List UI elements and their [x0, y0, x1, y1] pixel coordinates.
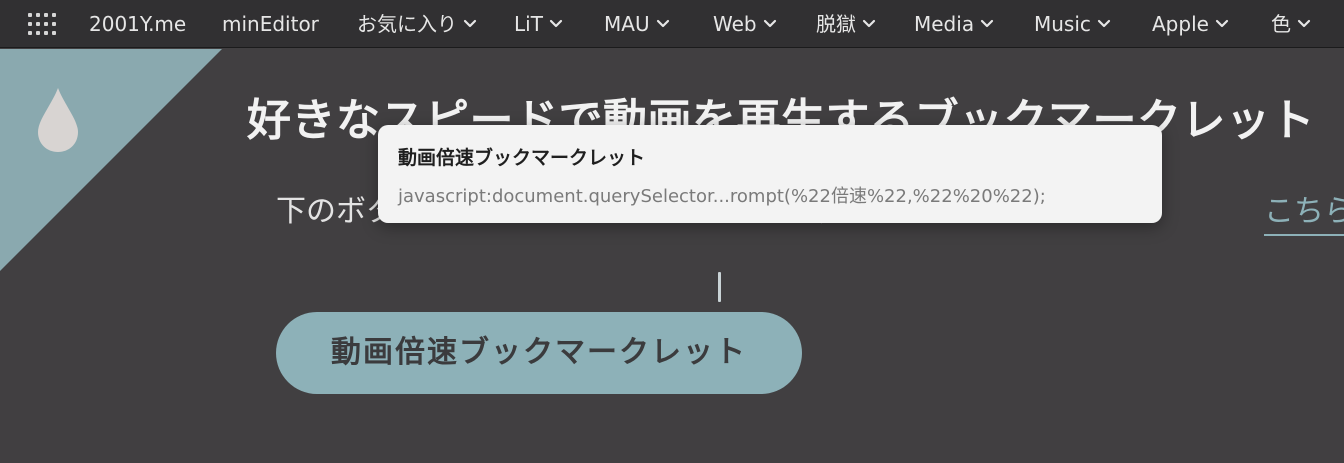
nav-item-mineditor[interactable]: minEditor — [222, 0, 319, 48]
nav-item-label: MAU — [604, 12, 650, 36]
nav-item-web[interactable]: Web — [713, 0, 777, 48]
nav-item-label: 色 — [1271, 12, 1291, 36]
corner-triangle — [0, 49, 222, 271]
nav-item-2001y[interactable]: 2001Y.me — [89, 0, 186, 48]
nav-item-mau[interactable]: MAU — [604, 0, 670, 48]
tooltip-title: 動画倍速ブックマークレット — [398, 147, 646, 169]
chevron-down-icon — [549, 19, 563, 27]
nav-item-label: Apple — [1152, 12, 1209, 36]
chevron-down-icon — [463, 19, 477, 27]
nav-item-music[interactable]: Music — [1034, 0, 1111, 48]
nav-item-label: Media — [914, 12, 975, 36]
nav-item-label: 2001Y.me — [89, 12, 187, 36]
chevron-down-icon — [1215, 19, 1229, 27]
text-cursor — [718, 272, 721, 302]
nav-item-label: Web — [713, 12, 757, 36]
top-navbar: 2001Y.me minEditor お気に入り LiT MAU Web 脱獄 … — [0, 0, 1344, 48]
nav-item-label: minEditor — [222, 12, 319, 36]
link-tooltip: 動画倍速ブックマークレット javascript:document.queryS… — [378, 125, 1162, 223]
bookmarklet-button[interactable]: 動画倍速ブックマークレット — [276, 312, 802, 394]
page: 2001Y.me minEditor お気に入り LiT MAU Web 脱獄 … — [0, 0, 1344, 463]
nav-item-label: 脱獄 — [816, 12, 856, 36]
nav-item-label: Music — [1034, 12, 1091, 36]
nav-item-media[interactable]: Media — [914, 0, 994, 48]
nav-item-jailbreak[interactable]: 脱獄 — [816, 0, 876, 48]
tooltip-url: javascript:document.querySelector...romp… — [398, 186, 1046, 207]
nav-item-lit[interactable]: LiT — [514, 0, 563, 48]
smartphone-link[interactable]: こちら — [1264, 186, 1344, 236]
nav-item-label: お気に入り — [357, 12, 457, 36]
water-drop-icon — [38, 88, 78, 152]
nav-item-label: LiT — [514, 12, 543, 36]
grid-menu-icon[interactable] — [28, 13, 58, 35]
chevron-down-icon — [862, 19, 876, 27]
nav-item-color[interactable]: 色 — [1271, 0, 1311, 48]
chevron-down-icon — [980, 19, 994, 27]
chevron-down-icon — [763, 19, 776, 27]
chevron-down-icon — [656, 19, 669, 27]
nav-item-favorites[interactable]: お気に入り — [357, 0, 477, 48]
chevron-down-icon — [1297, 19, 1311, 27]
nav-item-apple[interactable]: Apple — [1152, 0, 1229, 48]
chevron-down-icon — [1097, 19, 1111, 27]
